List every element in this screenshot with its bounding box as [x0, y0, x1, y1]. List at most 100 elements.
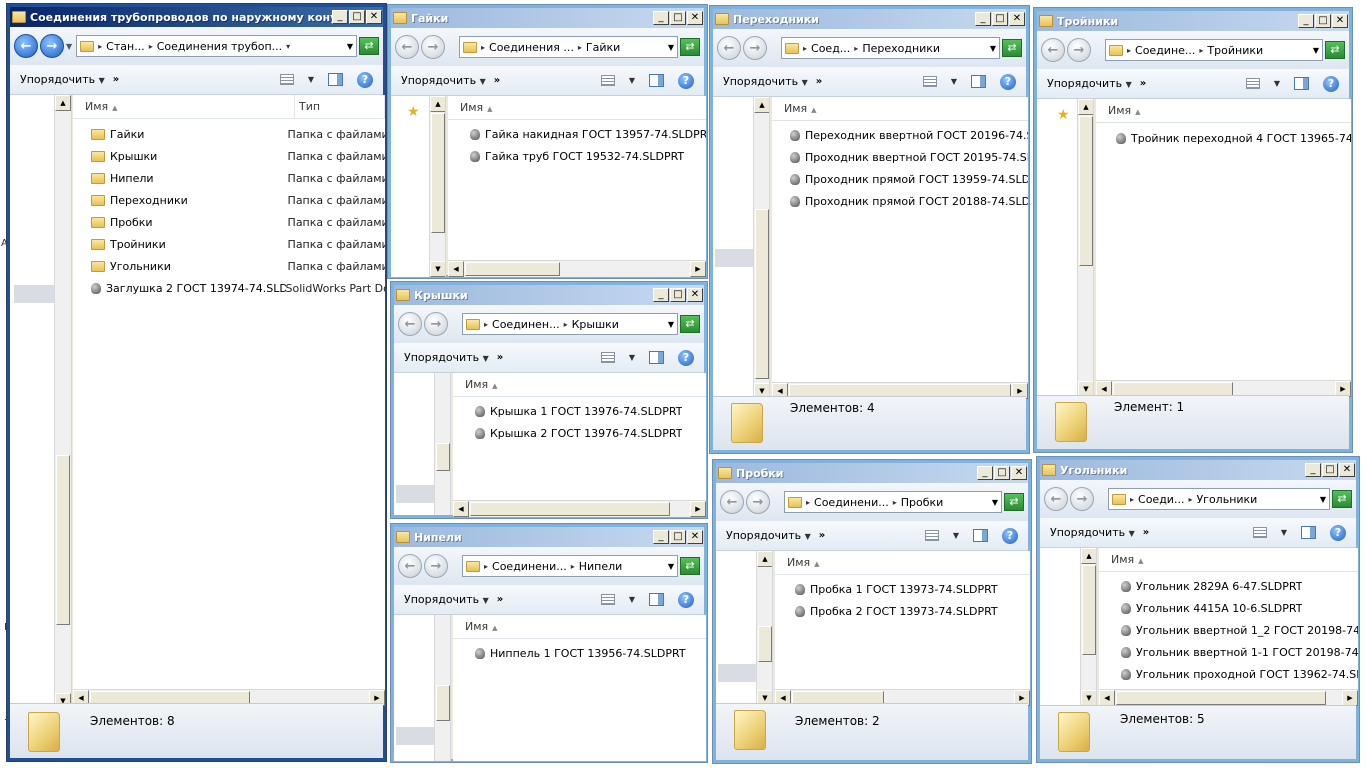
chevron-down-icon[interactable]: ▼	[1309, 46, 1319, 55]
minimize-button[interactable]: _	[975, 12, 991, 26]
chevron-down-icon[interactable]: ▼	[629, 76, 635, 85]
file-list[interactable]: Имя ▲ Крышка 1 ГОСТ 13976-74.SLDPRT Крышк…	[453, 373, 706, 500]
preview-pane-icon[interactable]	[971, 75, 986, 88]
window-main[interactable]: Соединения трубопроводов по наружному ко…	[6, 3, 387, 762]
minimize-button[interactable]: _	[1305, 463, 1321, 477]
back-button[interactable]: ←	[1041, 38, 1065, 62]
list-item[interactable]: Тройники Папка с файлами	[73, 233, 385, 255]
maximize-button[interactable]: □	[670, 530, 686, 544]
organize-button[interactable]: Упорядочить ▼	[1047, 77, 1132, 90]
list-item[interactable]: Крышки Папка с файлами	[73, 145, 385, 167]
views-icon[interactable]	[600, 352, 615, 363]
breadcrumb[interactable]: Нипели	[579, 560, 623, 573]
back-button[interactable]: ←	[14, 34, 38, 58]
views-icon[interactable]	[1252, 527, 1267, 538]
maximize-button[interactable]: □	[994, 466, 1010, 480]
titlebar[interactable]: Переходники _ □ ✕	[713, 9, 1026, 29]
window-ugolniki[interactable]: Угольники _ □ ✕ ← → ▸ Соеди... ▸ Угольники…	[1036, 456, 1360, 763]
chevron-down-icon[interactable]: ▼	[1281, 528, 1287, 537]
breadcrumb[interactable]: Соединения ...	[489, 41, 574, 54]
scroll-up-button[interactable]: ▲	[757, 551, 772, 567]
file-list[interactable]: Имя ▲ Тип Гайки Папка с файлами Крышки Па…	[73, 95, 385, 692]
help-icon[interactable]: ?	[678, 349, 694, 366]
more-commands-button[interactable]: »	[816, 76, 822, 87]
horizontal-scrollbar[interactable]: ◀ ▶	[453, 500, 706, 517]
navigation-pane[interactable]: ▲ ▼	[10, 95, 72, 709]
preview-pane-icon[interactable]	[649, 74, 664, 87]
scroll-thumb[interactable]	[758, 626, 772, 662]
scroll-thumb[interactable]	[465, 262, 560, 276]
list-item[interactable]: Проходник ввертной ГОСТ 20195-74.SLDPR	[772, 146, 1028, 168]
list-item[interactable]: Крышка 1 ГОСТ 13976-74.SLDPRT	[453, 400, 706, 422]
organize-button[interactable]: Упорядочить ▼	[401, 74, 486, 87]
window-perehodniki[interactable]: Переходники _ □ ✕ ← → ▸ Соед... ▸ Переходн…	[709, 5, 1030, 454]
horizontal-scrollbar[interactable]: ◀ ▶	[448, 260, 706, 277]
nav-scrollbar[interactable]: ▲ ▼	[429, 96, 445, 277]
address-bar[interactable]: ▸ Соединен... ▸ Крышки ▼	[462, 313, 678, 335]
forward-button[interactable]: →	[424, 312, 448, 336]
minimize-button[interactable]: _	[653, 11, 669, 25]
list-item[interactable]: Проходник прямой ГОСТ 13959-74.SLDPRT	[772, 168, 1028, 190]
list-item[interactable]: Пробка 1 ГОСТ 13973-74.SLDPRT	[775, 578, 1030, 600]
nav-scrollbar[interactable]	[434, 615, 450, 761]
more-commands-button[interactable]: »	[1143, 527, 1149, 538]
back-button[interactable]: ←	[398, 554, 422, 578]
views-icon[interactable]	[600, 594, 615, 605]
column-name[interactable]: Имя ▲	[775, 551, 1030, 574]
maximize-button[interactable]: □	[1322, 463, 1338, 477]
help-icon[interactable]: ?	[1000, 73, 1016, 90]
organize-button[interactable]: Упорядочить ▼	[723, 75, 808, 88]
list-item[interactable]: Гайка труб ГОСТ 19532-74.SLDPRT	[448, 145, 706, 167]
list-item[interactable]: Крышка 2 ГОСТ 13976-74.SLDPRT	[453, 422, 706, 444]
list-item[interactable]: Заглушка 2 ГОСТ 13974-74.SLDP... SolidWo…	[73, 277, 385, 299]
nav-scrollbar[interactable]: ▲ ▼	[756, 551, 772, 706]
chevron-down-icon[interactable]: ▼	[953, 531, 959, 540]
preview-pane-icon[interactable]	[649, 593, 664, 606]
minimize-button[interactable]: _	[977, 466, 993, 480]
help-icon[interactable]: ?	[1323, 75, 1339, 92]
close-button[interactable]: ✕	[1332, 14, 1348, 28]
refresh-button[interactable]: ⇄	[680, 38, 700, 56]
breadcrumb[interactable]: Крышки	[572, 318, 619, 331]
chevron-down-icon[interactable]: ▼	[629, 353, 635, 362]
breadcrumb[interactable]: Угольники	[1196, 493, 1257, 506]
refresh-button[interactable]: ⇄	[1325, 41, 1345, 59]
titlebar[interactable]: Нипели _ □ ✕	[394, 527, 704, 547]
nav-scrollbar[interactable]	[434, 373, 450, 515]
help-icon[interactable]: ?	[1002, 527, 1018, 544]
help-icon[interactable]: ?	[678, 591, 694, 608]
maximize-button[interactable]: □	[1315, 14, 1331, 28]
scroll-right-button[interactable]: ▶	[690, 261, 706, 277]
chevron-down-icon[interactable]: ▼	[988, 498, 998, 507]
breadcrumb[interactable]: Соединения трубоп...	[157, 40, 282, 53]
list-item[interactable]: Тройник переходной 4 ГОСТ 13965-74.SLD..…	[1096, 127, 1351, 149]
more-commands-button[interactable]: »	[494, 75, 500, 86]
scroll-thumb[interactable]	[1113, 382, 1233, 396]
forward-button[interactable]: →	[746, 490, 770, 514]
chevron-down-icon[interactable]: ▼	[343, 42, 353, 51]
refresh-button[interactable]: ⇄	[680, 557, 700, 575]
close-button[interactable]: ✕	[1339, 463, 1355, 477]
scroll-up-button[interactable]: ▲	[754, 97, 769, 113]
titlebar[interactable]: Гайки _ □ ✕	[391, 8, 704, 28]
scroll-thumb[interactable]	[436, 443, 450, 471]
titlebar[interactable]: Пробки _ □ ✕	[716, 463, 1028, 483]
preview-pane-icon[interactable]	[649, 351, 664, 364]
scroll-left-button[interactable]: ◀	[448, 261, 464, 277]
file-list[interactable]: Имя▲ Тройник переходной 4 ГОСТ 13965-74.…	[1096, 99, 1351, 382]
back-button[interactable]: ←	[1044, 487, 1068, 511]
refresh-button[interactable]: ⇄	[1332, 490, 1352, 508]
address-bar[interactable]: ▸ Соед... ▸ Переходники ▼	[781, 37, 1000, 59]
scroll-thumb[interactable]	[755, 209, 769, 379]
navigation-pane[interactable]	[394, 373, 451, 515]
chevron-down-icon[interactable]: ▼	[951, 77, 957, 86]
scroll-thumb[interactable]	[1082, 565, 1096, 655]
address-bar[interactable]: ▸ Соединения ... ▸ Гайки ▼	[459, 36, 678, 58]
list-item[interactable]: Угольник ввертной 1_2 ГОСТ 20198-74.SL..…	[1099, 619, 1358, 641]
scroll-thumb[interactable]	[1116, 691, 1326, 705]
recent-pages-dropdown[interactable]: ▼	[66, 42, 72, 51]
refresh-button[interactable]: ⇄	[680, 315, 700, 333]
list-item[interactable]: Угольник ввертной 1-1 ГОСТ 20198-74.SL..…	[1099, 641, 1358, 663]
scroll-thumb[interactable]	[1079, 116, 1093, 266]
close-button[interactable]: ✕	[366, 10, 382, 24]
